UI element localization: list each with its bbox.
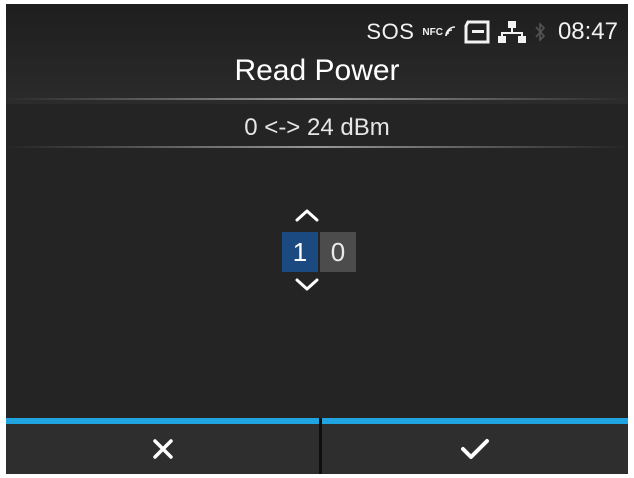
title-divider <box>6 98 628 100</box>
close-icon <box>152 439 173 459</box>
increment-arrow-icon[interactable] <box>292 206 322 224</box>
digit-tens[interactable]: 1 <box>282 232 318 272</box>
page-title: Read Power <box>234 54 400 87</box>
cancel-button[interactable] <box>6 424 319 474</box>
nfc-icon: NFC <box>422 26 456 38</box>
checkmark-icon <box>461 439 489 459</box>
network-icon <box>497 21 526 43</box>
nfc-waves-icon <box>445 26 456 37</box>
printer-display: SOS NFC 08:47 Read Power 0 <-> 24 dBm 1 … <box>6 4 628 474</box>
range-divider <box>6 146 628 148</box>
digit-ones[interactable]: 0 <box>320 232 356 272</box>
decrement-arrow-icon[interactable] <box>292 276 322 294</box>
bluetooth-icon <box>535 22 546 42</box>
clock: 08:47 <box>557 18 618 45</box>
status-bar: SOS NFC 08:47 <box>366 16 618 48</box>
confirm-button[interactable] <box>322 424 628 474</box>
range-label: 0 <-> 24 dBm <box>244 114 390 141</box>
sos-indicator: SOS <box>366 19 415 44</box>
sd-card-icon <box>464 20 490 44</box>
